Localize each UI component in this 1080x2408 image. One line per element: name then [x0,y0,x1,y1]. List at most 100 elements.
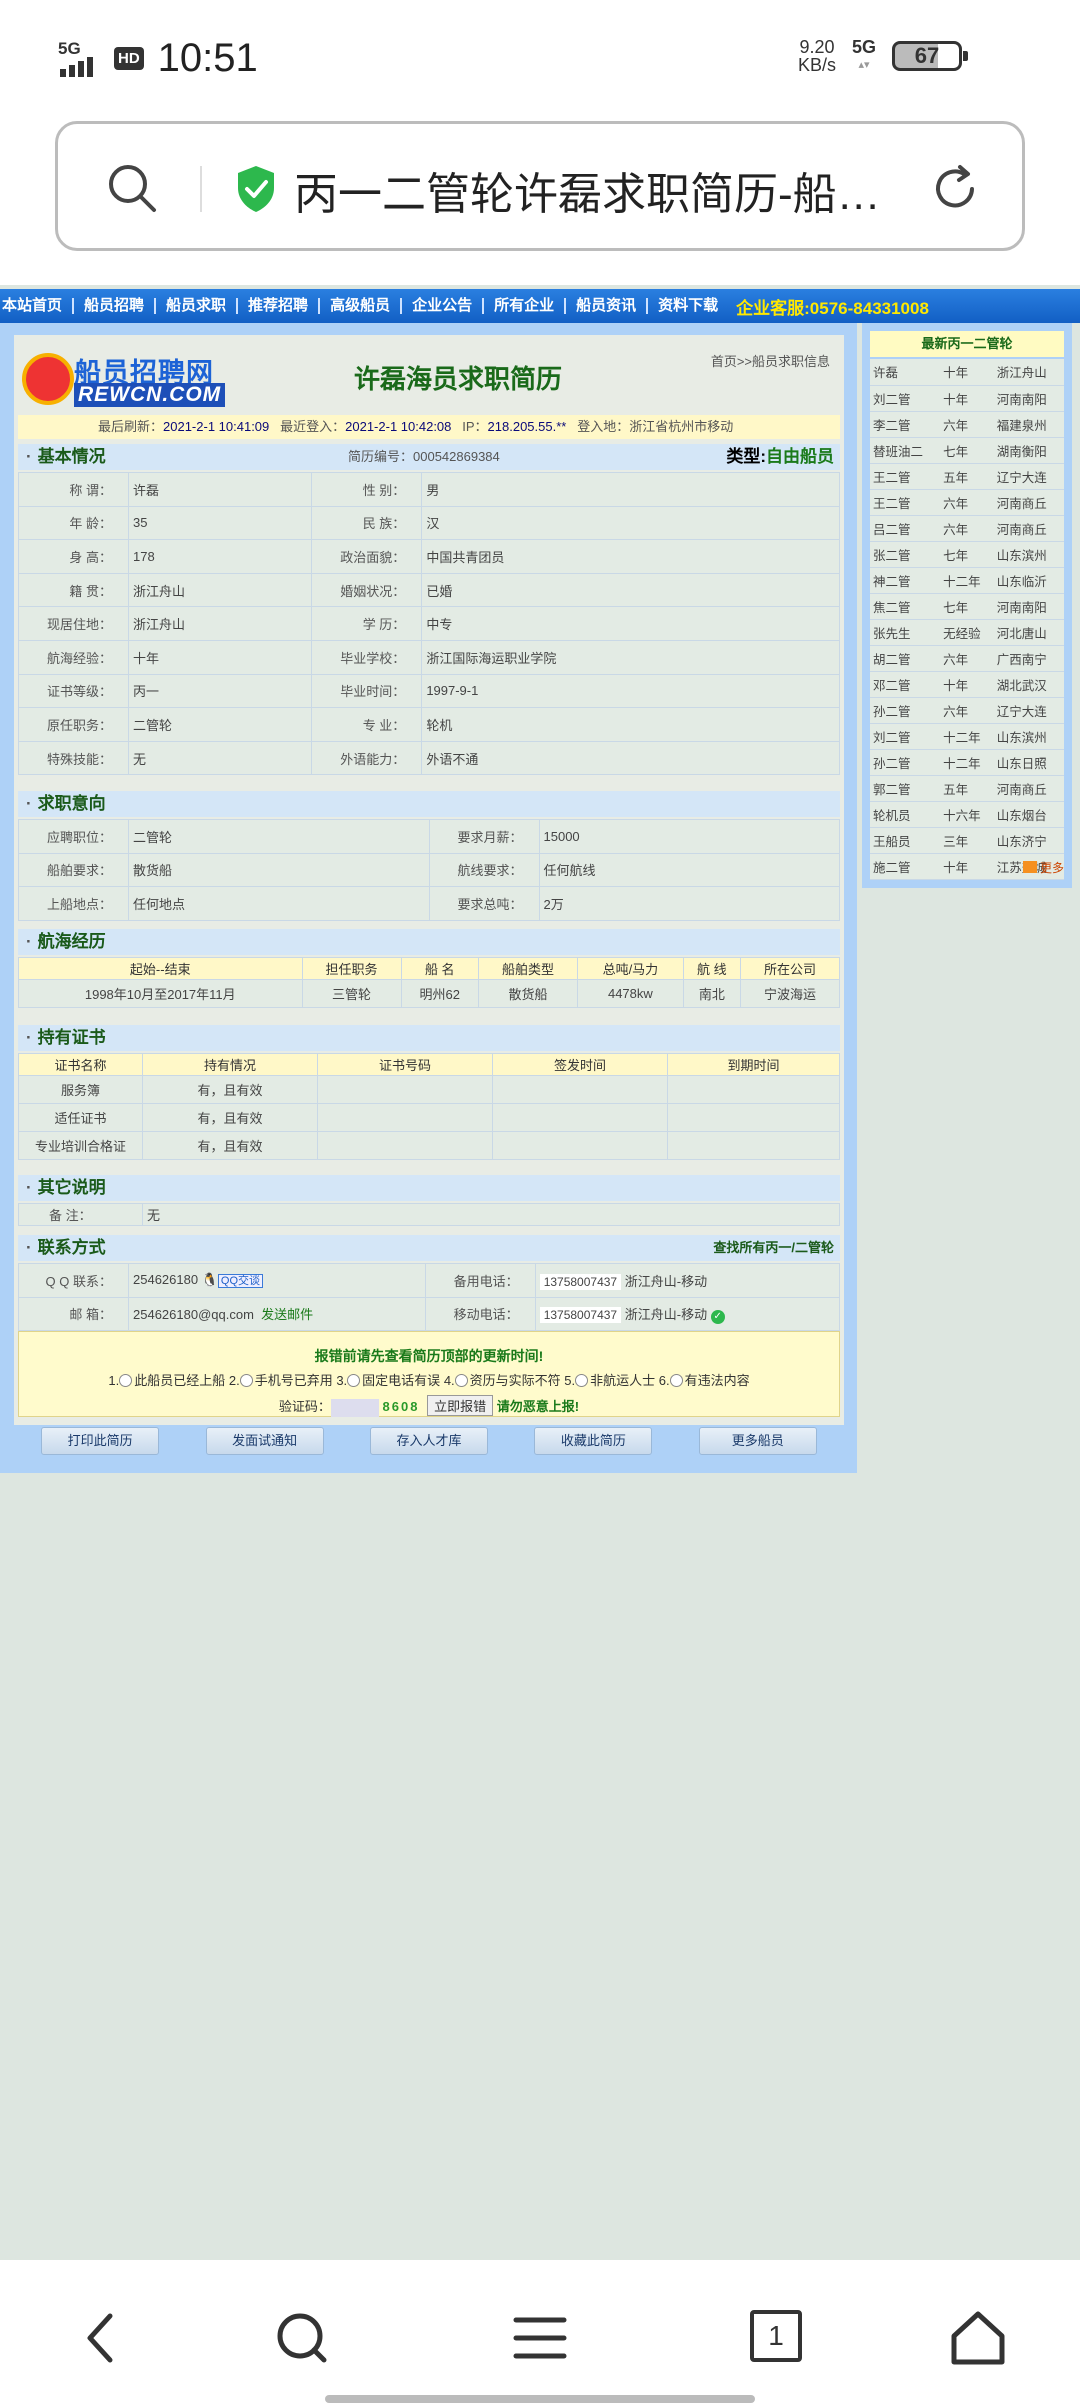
sailor-name[interactable]: 神二管 [870,567,941,594]
table-row: 备 注：无 [18,1203,840,1226]
report-radio-5[interactable] [575,1374,589,1387]
sailor-name[interactable]: 替班油二 [870,437,941,464]
list-item[interactable]: 邓二管 十年 湖北武汉 [870,671,1064,698]
table-cell: 有，且有效 [142,1103,318,1132]
nav-item-news[interactable]: 船员资讯 [566,298,649,314]
field-label: 外语能力： [311,740,423,776]
report-radio-2[interactable] [239,1374,253,1387]
menu-icon[interactable] [512,2310,568,2366]
report-submit-button[interactable]: 立即报错 [427,1395,494,1416]
certs-table: 证书名称 持有情况 证书号码 签发时间 到期时间 服务簿 有，且有效 适任证书 有，… [18,1053,840,1160]
table-row: 籍 贯： 浙江舟山 婚姻状况： 已婚 [18,572,840,608]
captcha-row: 验证码： 8608 立即报错 请勿恶意上报! [19,1395,839,1417]
nav-item-jobseek[interactable]: 船员求职 [156,298,239,314]
list-item[interactable]: 张先生 无经验 河北唐山 [870,619,1064,646]
sailor-name[interactable]: 许磊 [870,359,941,386]
find-all-link[interactable]: 查找所有丙一/二管轮 [713,1235,834,1261]
sailor-name[interactable]: 轮机员 [870,801,941,828]
send-mail-link[interactable]: 发送邮件 [261,1307,313,1322]
list-item[interactable]: 许磊 十年 浙江舟山 [870,359,1064,386]
list-item[interactable]: 刘二管 十二年 山东滨州 [870,723,1064,750]
nav-item-recruit[interactable]: 船员招聘 [74,298,157,314]
list-item[interactable]: 孙二管 六年 辽宁大连 [870,697,1064,724]
sailor-name[interactable]: 焦二管 [870,593,941,620]
report-radio-6[interactable] [669,1374,683,1387]
list-item[interactable]: 王船员 三年 山东济宁 [870,827,1064,854]
refresh-icon[interactable] [928,162,982,216]
resume-panel: 船员招聘网 REWCN.COM 许磊海员求职简历 首页>>船员求职信息 最后刷新… [14,335,844,1455]
list-item[interactable]: 焦二管 七年 河南南阳 [870,593,1064,620]
list-item[interactable]: 李二管 六年 福建泉州 [870,411,1064,438]
send-interview-button[interactable]: 发面试通知 [205,1427,324,1455]
sailor-name[interactable]: 王二管 [870,463,941,490]
backup-phone[interactable]: 13758007437 [539,1273,622,1290]
report-radio-3[interactable] [347,1374,361,1387]
table-cell [667,1103,840,1132]
sailor-name[interactable]: 郭二管 [870,775,941,802]
table-row: 现居住地： 浙江舟山学 历： 中专 [18,606,840,641]
sailor-exp: 五年 [940,775,994,802]
list-item[interactable]: 胡二管 六年 广西南宁 [870,645,1064,672]
list-item[interactable]: 刘二管 十年 河南南阳 [870,385,1064,412]
sailor-name[interactable]: 邓二管 [870,671,941,698]
sailor-name[interactable]: 张二管 [870,541,941,568]
list-item[interactable]: 孙二管 十二年 山东日照 [870,749,1064,776]
nav-item-companies[interactable]: 所有企业 [484,298,567,314]
nav-item-recommend[interactable]: 推荐招聘 [238,298,321,314]
qq-chat-button[interactable]: QQ交谈 [217,1274,264,1289]
sailor-name[interactable]: 刘二管 [870,723,941,750]
list-item[interactable]: 张二管 七年 山东滨州 [870,541,1064,568]
nav-item-home[interactable]: 本站首页 [0,298,75,314]
back-icon[interactable] [82,2310,122,2366]
nav-item-senior[interactable]: 高级船员 [320,298,403,314]
sailor-name[interactable]: 李二管 [870,411,941,438]
nav-item-download[interactable]: 资料下载 [648,298,728,314]
sailor-name[interactable]: 孙二管 [870,749,941,776]
more-sailors-button[interactable]: 更多船员 [698,1427,817,1455]
sailor-origin: 湖南衡阳 [993,437,1064,464]
sailor-name[interactable]: 吕二管 [870,515,941,542]
list-item[interactable]: 神二管 十二年 山东临沂 [870,567,1064,594]
gesture-handle[interactable] [325,2395,755,2403]
search-icon[interactable] [104,160,160,216]
nav-item-notice[interactable]: 企业公告 [402,298,485,314]
field-label: 性 别： [311,472,423,507]
list-item[interactable]: 吕二管 六年 河南商丘 [870,515,1064,542]
table-row: 证书等级： 丙一 毕业时间： 1997-9-1 [18,673,840,709]
sailor-name[interactable]: 王船员 [870,827,941,854]
column-header: 航 线 [682,957,741,980]
table-cell [492,1131,668,1160]
list-item[interactable]: 替班油二 七年 湖南衡阳 [870,437,1064,464]
search-icon[interactable] [274,2310,330,2366]
sailor-name[interactable]: 孙二管 [870,697,941,724]
sailor-name[interactable]: 刘二管 [870,385,941,412]
qq-icon[interactable]: 🐧 [202,1272,218,1287]
print-resume-button[interactable]: 打印此简历 [41,1427,160,1455]
favorite-resume-button[interactable]: 收藏此简历 [534,1427,653,1455]
sailor-name[interactable]: 张先生 [870,619,941,646]
sailor-name[interactable]: 胡二管 [870,645,941,672]
breadcrumb[interactable]: 首页>>船员求职信息 [711,351,830,370]
list-item[interactable]: 郭二管 五年 河南商丘 [870,775,1064,802]
address-bar[interactable]: 丙一二管轮许磊求职简历-船… [55,121,1025,251]
sailor-name[interactable]: 施二管 [870,853,941,880]
page-title-tab[interactable]: 丙一二管轮许磊求职简历-船… [294,158,948,222]
home-icon[interactable] [950,2310,1006,2366]
list-item[interactable]: 轮机员 十六年 山东烟台 [870,801,1064,828]
field-label: 籍 贯： [18,572,129,608]
report-radio-4[interactable] [454,1374,468,1387]
field-value: 1997-9-1 [421,673,840,709]
report-radio-1[interactable] [119,1374,133,1387]
list-item[interactable]: 王二管 六年 河南商丘 [870,489,1064,516]
table-cell: 4478kw [577,979,684,1008]
site-logo[interactable]: 船员招聘网 REWCN.COM [22,351,226,407]
sailor-name[interactable]: 王二管 [870,489,941,516]
save-talent-button[interactable]: 存入人才库 [369,1427,488,1455]
list-item[interactable]: 王二管 五年 辽宁大连 [870,463,1064,490]
sailor-origin: 山东济宁 [993,827,1064,854]
captcha-input[interactable] [330,1398,379,1417]
tabs-icon[interactable]: 1 [750,2310,802,2362]
more-link[interactable]: 更多 [1022,859,1064,876]
speed-value: 9.20 [799,37,835,57]
mobile-phone[interactable]: 13758007437 [539,1306,622,1323]
